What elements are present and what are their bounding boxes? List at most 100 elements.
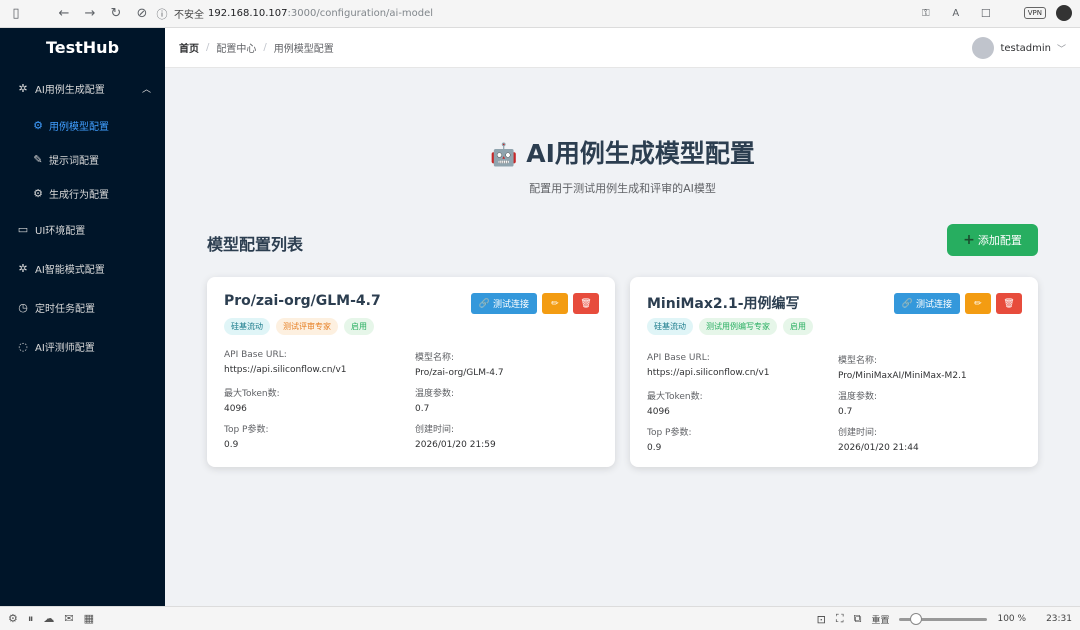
test-connection-label: 测试连接 [915,300,952,310]
zoom-slider-knob[interactable] [910,612,923,625]
sidebar-group-4[interactable]: ◌ AI评测师配置 [0,327,165,366]
sidebar-menu: ✲ AI用例生成配置 ︿ ⚙ 用例模型配置 ✎ 提示词配置 ⚙ 生成行为配置 ▭ UI环境配置 ✲ AI… [0,69,165,366]
reload-icon[interactable]: ↻ [106,6,126,21]
created-time-field: 创建时间: 2026/01/20 21:59 [415,422,496,450]
top-p-value: 0.9 [647,443,662,453]
test-connection-button[interactable]: 🔗 测试连接 [470,293,537,314]
monitor-icon: ▭ [17,223,29,236]
card-tags: 硅基流动 测试用例编写专家 启用 [647,318,813,335]
temperature-label: 温度参数: [838,392,878,402]
sidebar-subitem-label: 生成行为配置 [49,189,109,201]
breadcrumb-current: 用例模型配置 [273,44,334,55]
model-card-title: MiniMax2.1-用例编写 [647,296,800,312]
key-icon[interactable]: ⚿ [916,8,936,19]
page-title: 🤖 AI用例生成模型配置 [165,134,1080,170]
plus-icon: + [963,232,975,248]
temperature-field: 温度参数: 0.7 [838,389,877,417]
info-icon[interactable]: ⓘ [152,6,172,22]
browser-toolbar: ▯ ← → ↻ ⊘ ⓘ 不安全 192.168.10.107:3000/conf… [0,0,1080,28]
page-title-text: AI用例生成模型配置 [526,139,755,168]
created-time-label: 创建时间: [415,425,455,435]
edit-button[interactable]: ✏ [965,293,991,314]
top-p-field: Top P参数: 0.9 [647,425,692,453]
zoom-slider[interactable] [899,612,988,625]
chat-icon: ◌ [18,340,28,353]
max-token-value: 4096 [224,404,247,414]
avatar[interactable] [972,37,995,59]
api-base-url-field: API Base URL: https://api.siliconflow.cn… [224,350,347,375]
api-base-url-value: https://api.siliconflow.cn/v1 [647,368,770,378]
pencil-icon: ✏ [974,298,982,309]
max-token-field: 最大Token数: 4096 [647,389,703,417]
user-menu[interactable]: testadmin ﹀ [972,37,1066,59]
sidebar-subitem-2[interactable]: ⚙ 生成行为配置 [0,176,165,210]
sidebar-group-1[interactable]: ▭ UI环境配置 [0,210,165,249]
cloud-icon[interactable]: ☁ [43,612,54,626]
top-p-field: Top P参数: 0.9 [224,422,269,450]
add-config-button[interactable]: + 添加配置 [947,224,1038,256]
temperature-value: 0.7 [415,404,430,414]
test-connection-button[interactable]: 🔗 测试连接 [893,293,960,314]
model-name-label: 模型名称: [838,356,878,366]
model-name-field: 模型名称: Pro/MiniMaxAI/MiniMax-M2.1 [838,353,967,381]
api-base-url-label: API Base URL: [647,353,710,363]
url-path: :3000/configuration/ai-model [287,8,434,19]
temperature-field: 温度参数: 0.7 [415,386,454,414]
sparkle-icon: ✲ [18,82,28,95]
tag: 硅基流动 [224,318,270,335]
address-bar[interactable]: 192.168.10.107:3000/configuration/ai-mod… [208,8,433,19]
breadcrumb-separator: / [206,42,210,53]
reset-zoom-button[interactable]: 重置 [871,613,889,626]
mail-icon[interactable]: ✉ [64,612,73,626]
sidebar: TestHub ✲ AI用例生成配置 ︿ ⚙ 用例模型配置 ✎ 提示词配置 ⚙ 生成行为配置 ▭ U… [0,28,165,606]
top-p-label: Top P参数: [647,428,692,438]
settings-icon[interactable]: ⚙ [8,612,18,626]
pause-icon[interactable]: ⏸ [28,612,34,626]
temperature-label: 温度参数: [415,389,455,399]
vpn-badge[interactable]: VPN [1023,7,1046,19]
breadcrumb-home[interactable]: 首页 [179,40,199,55]
settings-icon: ⚙ [33,186,43,200]
url-host: 192.168.10.107 [208,8,288,19]
sidebar-group-label: AI智能模式配置 [35,265,105,276]
sidebar-subitem-0[interactable]: ⚙ 用例模型配置 [0,108,165,142]
calendar-icon[interactable]: ▦ [84,612,94,626]
username[interactable]: testadmin [1000,43,1051,54]
bookmark-icon[interactable]: ☐ [976,7,996,20]
trash-icon: 🗑 [580,298,592,309]
back-icon[interactable]: ← [54,6,74,21]
shield-icon[interactable]: ⊘ [132,6,152,21]
top-p-value: 0.9 [224,440,239,450]
temperature-value: 0.7 [838,407,853,417]
sidebar-group-2[interactable]: ✲ AI智能模式配置 [0,249,165,288]
breadcrumb-config-center[interactable]: 配置中心 [216,40,256,55]
fullscreen-icon[interactable]: ⛶ [836,612,844,626]
sidebar-subitem-label: 用例模型配置 [49,121,109,133]
card-tags: 硅基流动 测试评审专家 启用 [224,318,374,335]
card-actions: 🔗 测试连接 ✏ 🗑 [893,293,1022,314]
sidebar-toggle-icon[interactable]: ▯ [6,6,26,21]
sidebar-subitem-1[interactable]: ✎ 提示词配置 [0,142,165,176]
max-token-value: 4096 [647,407,670,417]
card-actions: 🔗 测试连接 ✏ 🗑 [470,293,599,314]
screenshot-icon[interactable]: ⊡ [817,613,826,626]
chevron-down-icon[interactable]: ﹀ [1057,42,1066,55]
forward-icon[interactable]: → [80,6,100,21]
extension-icon[interactable]: ⧉ [854,612,862,626]
tag: 启用 [783,318,813,335]
sidebar-group-3[interactable]: ◷ 定时任务配置 [0,288,165,327]
api-base-url-field: API Base URL: https://api.siliconflow.cn… [647,353,770,378]
sidebar-group-label: AI用例生成配置 [35,85,105,96]
app-logo: TestHub [45,38,120,57]
sidebar-subitem-label: 提示词配置 [49,155,99,167]
link-icon: 🔗 [478,298,490,309]
delete-button[interactable]: 🗑 [573,293,599,314]
chevron-up-icon[interactable]: ︿ [142,82,151,95]
translate-icon[interactable]: A [946,8,966,19]
link-icon: 🔗 [901,298,913,309]
profile-icon[interactable] [1056,5,1072,21]
sidebar-group-0[interactable]: ✲ AI用例生成配置 ︿ [0,69,165,108]
edit-button[interactable]: ✏ [542,293,568,314]
clock: 23:31 [1046,614,1072,624]
delete-button[interactable]: 🗑 [996,293,1022,314]
